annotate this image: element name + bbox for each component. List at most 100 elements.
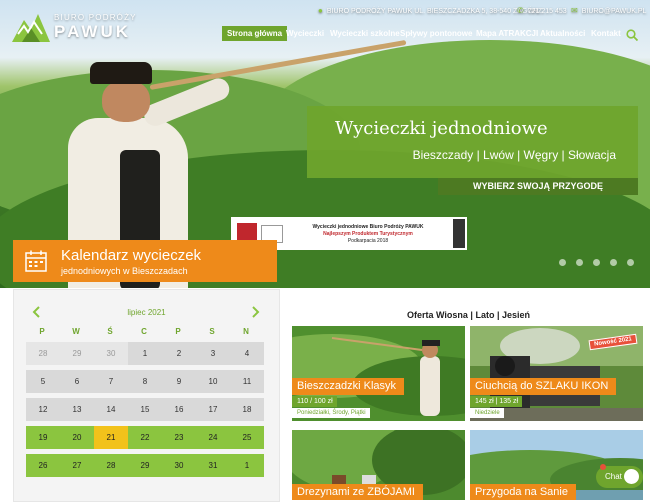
logo-small-text: BIURO PODRÓŻY [54,13,137,22]
phone-text[interactable]: 721 215 453 [528,8,567,15]
calendar-day[interactable]: 22 [128,426,162,449]
slider-dot[interactable] [610,259,617,266]
offer-card[interactable]: Nowość 2021 Ciuchcią do SZLAKU IKON 145 … [470,326,643,421]
nav-news[interactable]: Aktualności [535,26,590,41]
logo-name: PAWUK [54,22,132,41]
slider-dot[interactable] [576,259,583,266]
calendar-day[interactable]: 2 [162,342,196,365]
calendar-day[interactable]: 20 [60,426,94,449]
calendar-day[interactable]: 5 [26,370,60,393]
chat-bubble-icon [624,469,639,484]
award-line1: Wycieczki jednodniowe Biuro Podróży PAWU… [312,224,424,230]
email-info[interactable]: ✉ BIURO@PAWUK.PL [571,6,646,15]
award-trophy-icon [453,219,465,248]
calendar-day[interactable]: 3 [196,342,230,365]
next-month-icon[interactable] [250,306,260,318]
offer-card-days: Niedziele [470,408,504,418]
calendar-day[interactable]: 30 [162,454,196,477]
mountain-logo-icon [12,14,50,42]
calendar-day[interactable]: 29 [60,342,94,365]
calendar-day[interactable]: 10 [196,370,230,393]
nav-school-trips[interactable]: Wycieczki szkolne [325,26,405,41]
calendar-day[interactable]: 8 [128,370,162,393]
calendar-day[interactable]: 29 [128,454,162,477]
offer-card-title: Ciuchcią do SZLAKU IKON [470,378,617,395]
calendar-month: lipiec 2021 [127,308,166,317]
mail-icon: ✉ [571,6,578,15]
chat-label: Chat [605,472,622,481]
slide-subtitle: Bieszczady | Lwów | Węgry | Słowacja [412,148,616,162]
offer-heading: Oferta Wiosna | Lato | Jesień [407,310,530,320]
nav-contact[interactable]: Kontakt [586,26,626,41]
nav-attractions-map[interactable]: Mapa ATRAKCJI [471,26,543,41]
email-text[interactable]: BIURO@PAWUK.PL [582,8,647,15]
nav-home[interactable]: Strona główna [222,26,288,41]
offer-card[interactable]: Bieszczadzki Klasyk 110 / 100 zł Poniedz… [292,326,465,421]
address-info: ● BIURO PODRÓŻY PAWUK UL. BIESZCZADZKA 5,… [318,6,542,15]
site-header: BIURO PODRÓŻY PAWUK ● BIURO PODRÓŻY PAWUK… [0,0,650,48]
slider-dot[interactable] [559,259,566,266]
calendar-day[interactable]: 6 [60,370,94,393]
calendar-day[interactable]: 13 [60,398,94,421]
calendar-day[interactable]: 24 [196,426,230,449]
slide-caption: Wycieczki jednodniowe Bieszczady | Lwów … [307,106,638,178]
offer-card[interactable]: Drezynami ze ZBÓJAMI [292,430,465,500]
calendar-title: Kalendarz wycieczek [61,247,202,264]
weekday-label: P [39,327,45,336]
calendar-day[interactable]: 9 [162,370,196,393]
calendar-day[interactable]: 4 [230,342,264,365]
slider-dot[interactable] [593,259,600,266]
nav-rafting[interactable]: Spływy pontonowe [395,26,477,41]
phone-icon: ✆ [517,6,524,15]
weekday-label: W [72,327,80,336]
calendar-day[interactable]: 30 [94,342,128,365]
weekday-label: C [141,327,147,336]
award-line2: Najlepszym Produktem Turystycznym [323,231,413,237]
award-line3: Podkarpacia 2018 [347,238,389,244]
offer-card-title: Drezynami ze ZBÓJAMI [292,484,423,500]
calendar-day[interactable]: 11 [230,370,264,393]
calendar-day[interactable]: 1 [230,454,264,477]
calendar-day[interactable]: 19 [26,426,60,449]
offer-card-days: Poniedziałki, Środy, Piątki [292,408,370,418]
calendar-day[interactable]: 14 [94,398,128,421]
chat-notification-dot [600,464,606,470]
choose-adventure-button[interactable]: WYBIERZ SWOJĄ PRZYGODĘ [438,178,638,195]
search-icon[interactable] [626,29,638,41]
calendar-day[interactable]: 28 [26,342,60,365]
weekday-label: Ś [107,327,113,336]
nav-trips[interactable]: Wycieczki [281,26,329,41]
offer-card-price: 110 / 100 zł [292,396,337,407]
calendar-widget: lipiec 2021 P W Ś C P S N 28 29 30 1 2 3… [13,289,280,502]
calendar-day-today[interactable]: 21 [94,426,128,449]
weekday-label: S [209,327,215,336]
calendar-day[interactable]: 15 [128,398,162,421]
weekday-label: P [175,327,181,336]
slider-dot[interactable] [627,259,634,266]
calendar-day[interactable]: 27 [60,454,94,477]
offer-card[interactable]: Przygoda na Sanie [470,430,643,500]
calendar-day[interactable]: 16 [162,398,196,421]
phone-info[interactable]: ✆ 721 215 453 [517,6,567,15]
award-text: Wycieczki jednodniowe Biuro Podróży PAWU… [293,224,443,245]
calendar-day[interactable]: 1 [128,342,162,365]
calendar-day[interactable]: 7 [94,370,128,393]
calendar-day[interactable]: 26 [26,454,60,477]
calendar-day[interactable]: 31 [196,454,230,477]
slide-title: Wycieczki jednodniowe [335,118,548,139]
offer-card-title: Bieszczadzki Klasyk [292,378,405,395]
calendar-day[interactable]: 23 [162,426,196,449]
calendar-day[interactable]: 17 [196,398,230,421]
calendar-icon [25,250,47,272]
calendar-day[interactable]: 18 [230,398,264,421]
offer-card-price: 145 zł | 135 zł [470,396,523,407]
calendar-day[interactable]: 12 [26,398,60,421]
site-logo[interactable]: BIURO PODRÓŻY PAWUK [12,10,142,44]
calendar-day[interactable]: 25 [230,426,264,449]
weekday-label: N [243,327,249,336]
calendar-header: Kalendarz wycieczek jednodniowych w Bies… [13,240,277,282]
calendar-day[interactable]: 28 [94,454,128,477]
map-pin-icon: ● [318,6,323,15]
offer-card-title: Przygoda na Sanie [470,484,576,500]
address-text: BIURO PODRÓŻY PAWUK UL. BIESZCZADZKA 5, … [326,8,543,15]
